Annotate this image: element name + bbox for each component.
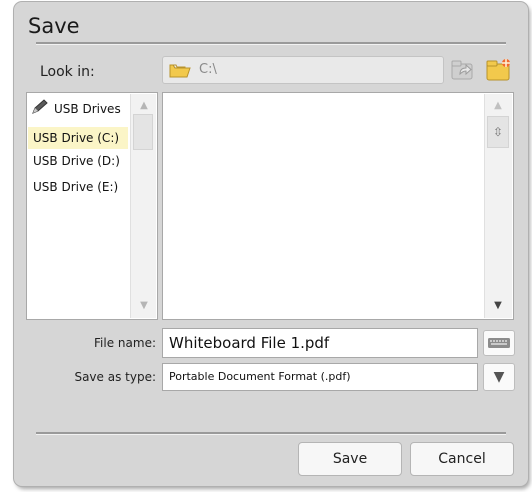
file-name-input[interactable]: Whiteboard File 1.pdf	[162, 328, 478, 358]
pen-icon	[31, 99, 49, 118]
file-name-label: File name:	[94, 336, 156, 350]
drive-list-scrollbar[interactable]: ▲ ▼	[130, 94, 156, 318]
scroll-down-arrow-icon[interactable]: ▼	[491, 300, 505, 312]
title-divider	[36, 42, 506, 45]
path-text: C:\	[199, 62, 217, 77]
file-list-scroll-thumb[interactable]: ⇳	[487, 116, 509, 148]
drive-list[interactable]: USB Drives USB Drive (C:) USB Drive (D:)…	[26, 92, 158, 320]
usb-drives-label: USB Drives	[54, 101, 121, 116]
scroll-down-arrow-icon[interactable]: ▼	[137, 300, 151, 312]
new-folder-button[interactable]	[484, 56, 514, 84]
look-in-label: Look in:	[40, 64, 95, 80]
usb-drives-header: USB Drives	[31, 99, 121, 118]
footer-divider	[36, 432, 506, 435]
file-list[interactable]: ▲ ⇳ ▼	[162, 92, 514, 320]
drive-list-scroll-thumb[interactable]	[133, 114, 153, 150]
drive-item-c[interactable]: USB Drive (C:)	[28, 127, 128, 149]
up-folder-icon	[448, 60, 478, 88]
up-folder-button[interactable]	[448, 56, 478, 84]
save-as-type-label: Save as type:	[74, 370, 156, 384]
drive-item-e[interactable]: USB Drive (E:)	[28, 176, 128, 198]
save-as-type-select[interactable]: Portable Document Format (.pdf)	[162, 363, 478, 391]
file-list-scrollbar[interactable]: ▲ ⇳ ▼	[484, 94, 512, 318]
open-folder-icon	[169, 62, 191, 82]
scroll-up-arrow-icon[interactable]: ▲	[137, 100, 151, 112]
save-button[interactable]: Save	[298, 442, 402, 476]
keyboard-button[interactable]	[483, 330, 515, 356]
scroll-up-arrow-icon[interactable]: ▲	[491, 100, 505, 112]
dialog-title: Save	[28, 14, 80, 38]
drive-item-d[interactable]: USB Drive (D:)	[28, 150, 128, 172]
dropdown-arrow-icon[interactable]: ▼	[483, 363, 515, 391]
cancel-button[interactable]: Cancel	[410, 442, 514, 476]
new-folder-icon	[484, 59, 514, 88]
keyboard-icon	[484, 338, 514, 359]
save-dialog: Save Look in: C:\ USB Drives USB Drive (…	[14, 2, 528, 486]
look-in-path-field[interactable]: C:\	[162, 56, 444, 84]
